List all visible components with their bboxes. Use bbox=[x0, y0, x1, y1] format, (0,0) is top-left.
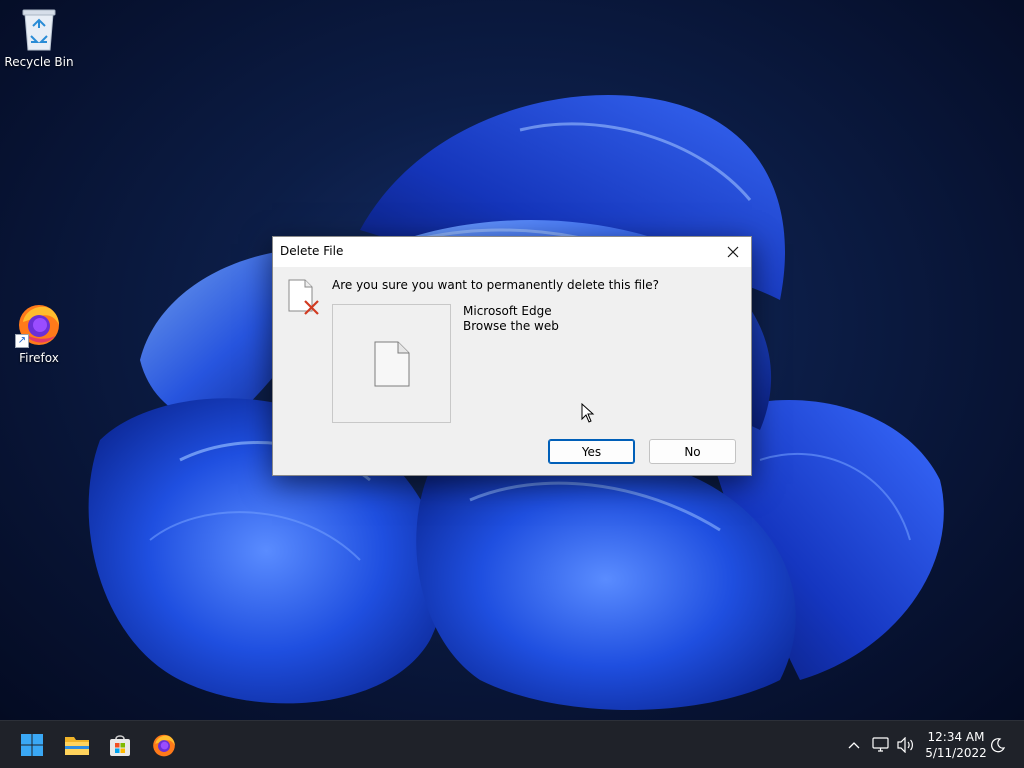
file-explorer-icon bbox=[65, 737, 89, 755]
firefox-icon bbox=[153, 734, 175, 757]
close-button[interactable] bbox=[715, 237, 751, 267]
delete-file-icon bbox=[288, 279, 319, 315]
file-explorer-button[interactable] bbox=[61, 729, 93, 761]
dialog-titlebar[interactable]: Delete File bbox=[273, 237, 751, 267]
confirmation-question: Are you sure you want to permanently del… bbox=[332, 278, 659, 292]
taskbar: 12:34 AM 5/11/2022 bbox=[0, 720, 1024, 768]
dialog-title: Delete File bbox=[280, 244, 344, 258]
focus-assist-icon bbox=[991, 738, 1006, 753]
clock-time: 12:34 AM bbox=[927, 730, 985, 744]
desktop-icon-firefox[interactable]: ↗ Firefox bbox=[1, 300, 77, 365]
focus-assist-button[interactable] bbox=[987, 733, 1009, 757]
generic-file-icon bbox=[374, 341, 409, 386]
network-button[interactable] bbox=[870, 733, 892, 757]
file-name: Microsoft Edge bbox=[463, 304, 552, 318]
microsoft-store-icon bbox=[110, 735, 130, 756]
clock[interactable]: 12:34 AM 5/11/2022 bbox=[918, 729, 994, 761]
no-button[interactable]: No bbox=[649, 439, 736, 464]
volume-button[interactable] bbox=[895, 733, 917, 757]
start-button[interactable] bbox=[16, 729, 48, 761]
network-icon bbox=[872, 737, 889, 752]
clock-date: 5/11/2022 bbox=[925, 746, 987, 760]
microsoft-store-button[interactable] bbox=[104, 729, 136, 761]
delete-file-dialog: Delete File Are you sure you want to per… bbox=[272, 236, 752, 476]
recycle-bin-icon bbox=[22, 9, 56, 51]
close-icon bbox=[727, 246, 739, 258]
file-preview bbox=[332, 304, 451, 423]
file-description: Browse the web bbox=[463, 319, 559, 333]
show-hidden-icons-button[interactable] bbox=[843, 733, 865, 757]
desktop-icon-recycle-bin[interactable]: Recycle Bin bbox=[1, 6, 77, 69]
yes-button[interactable]: Yes bbox=[548, 439, 635, 464]
desktop-icon-label: Recycle Bin bbox=[4, 55, 74, 69]
firefox-taskbar-button[interactable] bbox=[148, 729, 180, 761]
shortcut-arrow-icon: ↗ bbox=[15, 334, 29, 348]
chevron-up-icon bbox=[848, 742, 860, 749]
desktop-icon-label: Firefox bbox=[19, 351, 59, 365]
start-icon bbox=[21, 734, 43, 756]
mouse-cursor-icon bbox=[581, 403, 595, 423]
volume-icon bbox=[897, 737, 913, 753]
